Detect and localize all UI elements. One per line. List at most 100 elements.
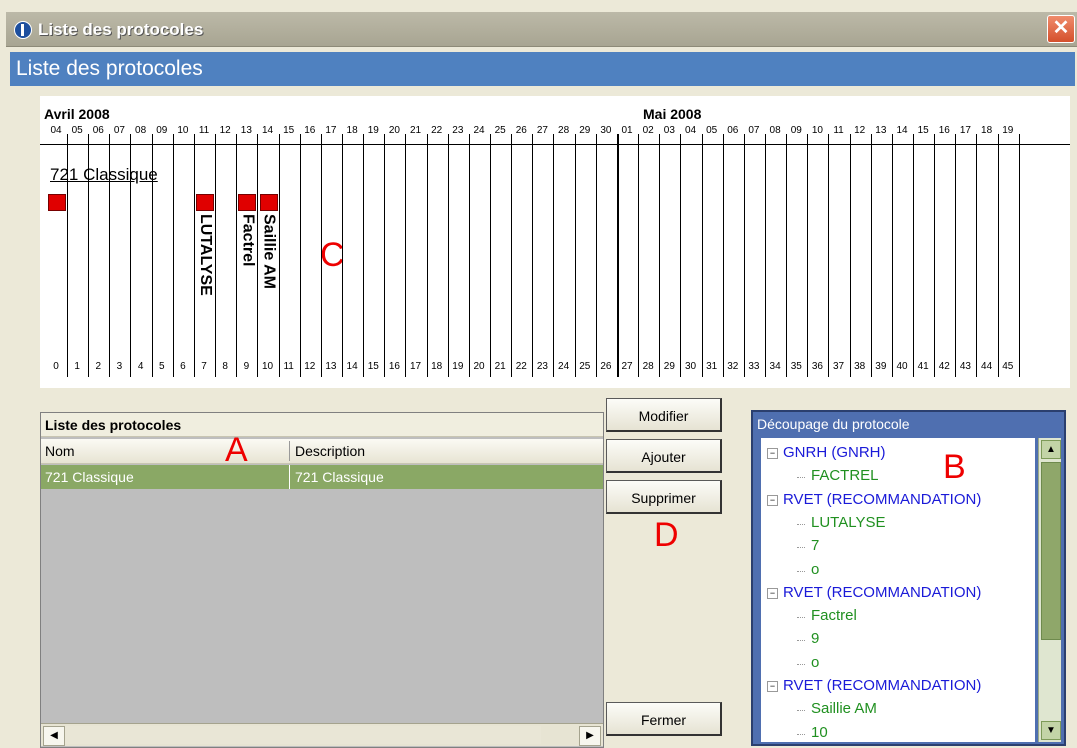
day-grid-line xyxy=(363,134,365,377)
tree-node[interactable]: o xyxy=(811,561,819,578)
day-label: 18 xyxy=(981,125,993,136)
tree-node[interactable]: 10 xyxy=(811,724,828,741)
day-grid-line xyxy=(468,134,470,377)
day-label: 02 xyxy=(642,125,654,136)
event-marker[interactable] xyxy=(196,194,215,211)
day-label: 22 xyxy=(431,125,443,136)
collapse-icon[interactable]: − xyxy=(767,681,778,692)
day-offset-label: 41 xyxy=(917,361,929,372)
day-label: 27 xyxy=(536,125,548,136)
add-button[interactable]: Ajouter xyxy=(606,439,722,473)
list-title: Liste des protocoles xyxy=(41,413,603,437)
day-offset-label: 38 xyxy=(854,361,866,372)
day-grid-line xyxy=(172,134,174,377)
collapse-icon[interactable]: − xyxy=(767,587,778,599)
day-grid-line xyxy=(151,134,153,377)
day-grid-line xyxy=(109,134,111,377)
day-label: 06 xyxy=(727,125,739,136)
day-label: 17 xyxy=(959,125,971,136)
close-button[interactable]: Fermer xyxy=(606,702,722,736)
day-grid-line xyxy=(701,134,703,377)
day-grid-line xyxy=(130,134,132,377)
scroll-down-icon[interactable]: ▼ xyxy=(1041,721,1061,740)
protocol-list-panel: Liste des protocoles Nom Description 721… xyxy=(40,412,604,748)
scroll-right-icon[interactable]: ▶ xyxy=(579,726,601,746)
tree-connector xyxy=(797,547,805,549)
event-marker[interactable] xyxy=(259,194,278,211)
day-grid-line xyxy=(659,134,661,377)
day-grid-line xyxy=(595,134,597,377)
column-divider[interactable] xyxy=(289,441,290,461)
day-label: 08 xyxy=(135,125,147,136)
scroll-thumb[interactable] xyxy=(65,726,541,744)
day-offset-label: 7 xyxy=(201,361,207,372)
cell-description: 721 Classique xyxy=(295,469,384,485)
day-grid-line xyxy=(236,134,238,377)
tree-node[interactable]: RVET (RECOMMANDATION) xyxy=(783,584,981,601)
day-label: 15 xyxy=(283,125,295,136)
day-offset-label: 39 xyxy=(875,361,887,372)
collapse-icon[interactable]: − xyxy=(767,448,778,459)
page-title: Liste des protocoles xyxy=(16,57,203,80)
close-icon[interactable]: ✕ xyxy=(1047,15,1075,43)
day-offset-label: 25 xyxy=(579,361,591,372)
tree-node[interactable]: RVET (RECOMMANDATION) xyxy=(783,677,981,694)
title-bar[interactable]: Liste des protocoles ✕ xyxy=(6,12,1077,47)
modify-button[interactable]: Modifier xyxy=(606,398,722,432)
day-offset-label: 42 xyxy=(938,361,950,372)
tree-node[interactable]: 9 xyxy=(811,630,819,647)
day-offset-label: 23 xyxy=(536,361,548,372)
day-offset-label: 43 xyxy=(959,361,971,372)
column-header-description[interactable]: Description xyxy=(295,443,365,459)
day-label: 13 xyxy=(875,125,887,136)
day-grid-line xyxy=(511,134,513,377)
day-offset-label: 9 xyxy=(243,361,250,372)
day-grid-line xyxy=(384,134,386,377)
collapse-icon[interactable]: − xyxy=(767,494,778,506)
tree-node[interactable]: LUTALYSE xyxy=(811,514,885,531)
day-offset-label: 10 xyxy=(261,361,274,372)
page-header: Liste des protocoles xyxy=(10,52,1075,86)
day-grid-line xyxy=(913,134,914,377)
scroll-left-icon[interactable]: ◀ xyxy=(43,726,65,746)
day-label: 24 xyxy=(473,125,485,136)
day-label: 03 xyxy=(663,125,675,136)
day-offset-label: 2 xyxy=(95,361,102,372)
day-offset-label: 17 xyxy=(409,361,422,372)
table-row[interactable]: 721 Classique 721 Classique xyxy=(41,465,603,489)
day-offset-label: 20 xyxy=(473,361,485,372)
day-offset-label: 28 xyxy=(642,361,654,372)
scroll-up-icon[interactable]: ▲ xyxy=(1041,440,1061,459)
tree-node[interactable]: RVET (RECOMMANDATION) xyxy=(783,491,981,508)
event-marker[interactable] xyxy=(48,194,66,211)
tree-node[interactable]: GNRH (GNRH) xyxy=(783,444,886,461)
vertical-scrollbar[interactable]: ▲ ▼ xyxy=(1038,438,1061,742)
day-label: 14 xyxy=(261,125,274,136)
day-grid-line xyxy=(680,134,682,377)
day-grid-line xyxy=(743,134,745,377)
day-offset-label: 24 xyxy=(558,361,570,372)
day-offset-label: 18 xyxy=(431,361,443,372)
tree-connector xyxy=(797,733,805,735)
event-marker[interactable] xyxy=(238,194,257,211)
annotation-b: B xyxy=(943,448,966,486)
tree-node[interactable]: FACTREL xyxy=(811,467,879,484)
day-grid-line xyxy=(997,134,999,377)
tree-connector xyxy=(797,477,805,479)
tree-node[interactable]: o xyxy=(811,654,819,671)
day-label: 28 xyxy=(558,125,570,136)
tree-connector xyxy=(797,640,805,642)
day-offset-label: 16 xyxy=(388,361,400,372)
scroll-thumb[interactable] xyxy=(1041,462,1061,640)
tree-node[interactable]: Saillie AM xyxy=(811,700,877,717)
tree-node[interactable]: Factrel xyxy=(811,607,857,624)
horizontal-scrollbar[interactable]: ◀ ▶ xyxy=(41,723,603,746)
day-grid-line xyxy=(193,134,195,377)
day-label: 10 xyxy=(811,125,823,136)
column-header-name[interactable]: Nom xyxy=(45,443,75,459)
delete-button[interactable]: Supprimer xyxy=(606,480,722,514)
day-label: 05 xyxy=(71,125,83,136)
tree-node[interactable]: 7 xyxy=(811,537,819,554)
day-label: 16 xyxy=(938,125,950,136)
day-label: 15 xyxy=(917,125,929,136)
